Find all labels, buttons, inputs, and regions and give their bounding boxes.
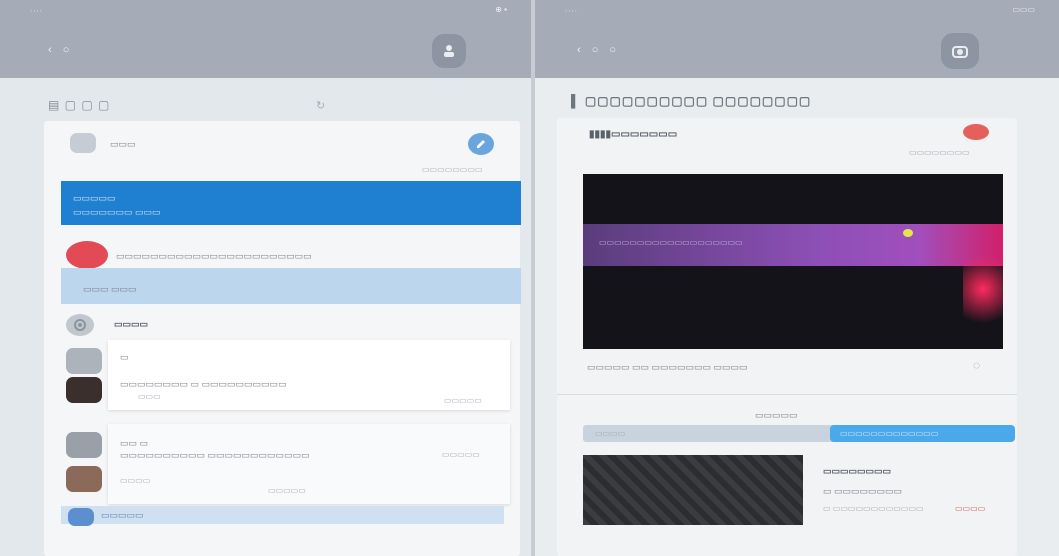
file-icon [66,432,102,458]
status-time: ∙∙∙∙ [565,6,578,15]
refresh-icon[interactable]: ↻ [316,99,325,112]
avatar [66,377,102,403]
left-top-bar: ∙∙∙∙ ⊕ ▪ ‹ ○ [0,0,531,78]
segment-left-label: ▭▭▭▭ [595,429,626,438]
divider [557,394,1017,395]
message-line: ▭▭▭ [138,392,161,401]
video-frame [903,229,913,237]
status-icons: ▭▭▭ [1012,5,1035,14]
message-card[interactable]: ▭▭ ▭ ▭▭▭▭▭▭▭▭▭▭ ▭▭▭▭▭▭▭▭▭▭▭▭ ▭▭▭▭ ▭▭▭▭▭ … [108,424,510,504]
record-icon[interactable] [963,124,989,140]
thumb-meta: ▭ ▭▭▭▭▭▭▭▭▭▭▭▭ [823,504,924,513]
left-pane: ∙∙∙∙ ⊕ ▪ ‹ ○ ▤ ▢ ▢ ▢ ↻ ▭▭▭ ▭▭▭▭▭▭▭▭ ▭▭▭▭… [0,0,531,556]
spiral-icon [66,314,94,336]
camera-icon[interactable] [941,33,979,69]
nav-back-icon[interactable]: ‹ ○ ○ [577,44,620,56]
card-meta: ▭▭▭▭▭▭▭▭ [422,165,483,174]
list-item-title: ▭▭▭▭▭▭▭▭▭▭▭▭▭▭▭▭▭▭▭▭▭▭▭ [116,251,312,261]
message-action[interactable]: ▭▭▭▭▭ [444,396,482,405]
card-title: ▭▭▭ [110,139,136,149]
selected-row[interactable]: ▭▭▭▭▭ ▭▭▭▭▭▭▭ ▭▭▭ [61,181,521,225]
page-title: ▌ ▢▢▢▢▢▢▢▢▢▢ ▢▢▢▢▢▢▢▢ [571,94,812,108]
post-title: ▮▮▮▮▭▭▭▭▭▭▭ [589,129,678,140]
video-player[interactable]: ▭▭▭▭▭▭▭▭▭▭▭▭▭▭▭▭▭▭▭ [583,174,1003,349]
avatar [66,466,102,492]
message-line: ▭▭▭▭▭▭▭▭ ▭ ▭▭▭▭▭▭▭▭▭▭ [120,379,287,389]
page-title: ▤ ▢ ▢ ▢ [48,98,111,112]
video-frame [963,244,1003,334]
bottom-row-label: ▭▭▭▭▭ [101,510,144,520]
file-icon [66,348,102,374]
highlighted-row[interactable]: ▭▭▭ ▭▭▭ [61,268,521,304]
right-pane: ∙∙∙∙ ▭▭▭ ‹ ○ ○ ▌ ▢▢▢▢▢▢▢▢▢▢ ▢▢▢▢▢▢▢▢ ▮▮▮… [535,0,1059,556]
edit-icon[interactable] [468,133,494,155]
message-line: ▭▭▭▭ [120,476,151,485]
message-line: ▭▭▭▭▭▭▭▭▭▭ ▭▭▭▭▭▭▭▭▭▭▭▭ [120,450,310,460]
more-icon[interactable]: ◌ [973,358,980,372]
message-line: ▭▭ ▭ [120,438,149,448]
segment-right-label: ▭▭▭▭▭▭▭▭▭▭▭▭▭ [840,429,939,438]
avatar[interactable] [66,241,108,269]
video-caption: ▭▭▭▭▭▭▭▭▭▭▭▭▭▭▭▭▭▭▭ [599,238,743,247]
thumb-line: ▭ ▭▭▭▭▭▭▭▭ [823,486,903,496]
chat-icon[interactable] [68,508,94,526]
message-card[interactable]: ▭ ▭▭▭▭▭▭▭▭ ▭ ▭▭▭▭▭▭▭▭▭▭ ▭▭▭ ▭▭▭▭▭ [108,340,510,410]
person-icon[interactable] [432,34,466,68]
section-label: ▭▭▭▭▭ [755,410,798,420]
post-info: ▭▭▭▭▭ ▭▭ ▭▭▭▭▭▭▭ ▭▭▭▭ [587,362,748,372]
post-meta: ▭▭▭▭▭▭▭▭ [909,148,970,157]
message-line: ▭ [120,352,129,362]
bottom-row[interactable]: ▭▭▭▭▭ [61,506,504,524]
thumbnail-image[interactable] [583,455,803,525]
list-item-title: ▭▭▭▭ [114,319,149,329]
message-line: ▭▭▭▭▭ [268,486,306,495]
right-top-bar: ∙∙∙∙ ▭▭▭ ‹ ○ ○ [535,0,1059,78]
segment-selected[interactable]: ▭▭▭▭▭▭▭▭▭▭▭▭▭ [830,425,1015,442]
nav-back-icon[interactable]: ‹ ○ [48,44,73,56]
status-time: ∙∙∙∙ [30,6,43,15]
thumb-title: ▭▭▭▭▭▭▭▭ [823,466,892,476]
status-icons: ⊕ ▪ [495,5,507,14]
selected-row-title: ▭▭▭▭▭ [73,193,116,203]
thumb-badge: ▭▭▭▭ [955,504,986,513]
message-action[interactable]: ▭▭▭▭▭ [442,450,480,459]
list-item-subtitle: ▭▭▭ ▭▭▭ [83,284,137,294]
selected-row-subtitle: ▭▭▭▭▭▭▭ ▭▭▭ [73,207,161,217]
app-icon [70,133,96,153]
main-card: ▭▭▭ ▭▭▭▭▭▭▭▭ ▭▭▭▭▭ ▭▭▭▭▭▭▭ ▭▭▭ ▭▭▭▭▭▭▭▭▭… [44,121,521,556]
